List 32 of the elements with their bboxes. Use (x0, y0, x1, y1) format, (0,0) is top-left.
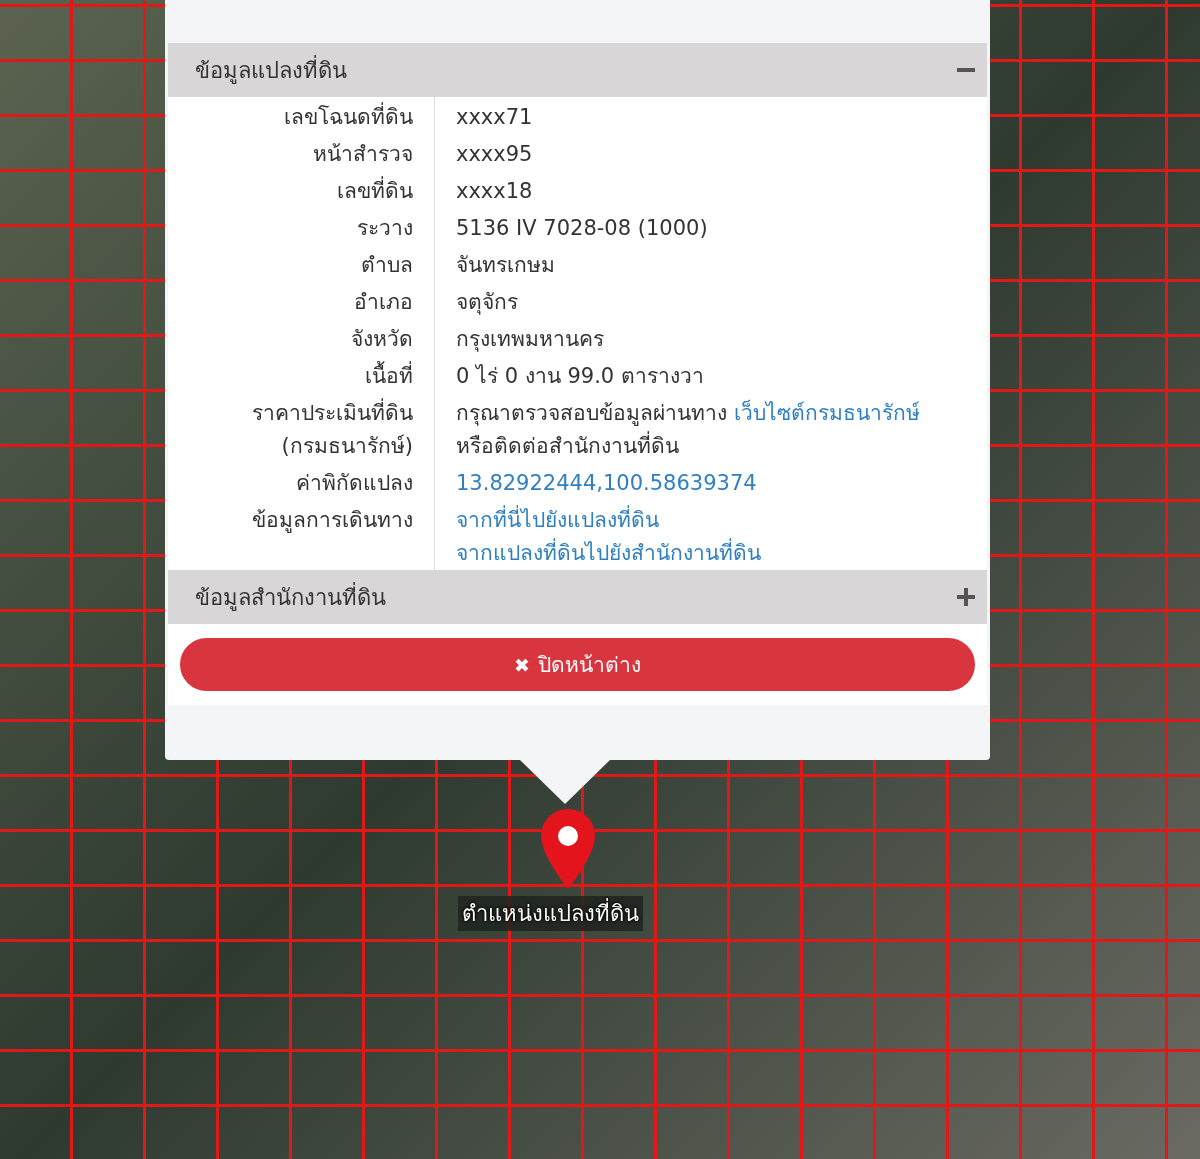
value-text: xxxx95 (456, 141, 533, 168)
value-text: หรือติดต่อสำนักงานที่ดิน (456, 430, 679, 463)
map-pin-icon[interactable] (538, 807, 598, 891)
field-label: จังหวัด (351, 326, 413, 353)
section-header[interactable]: ข้อมูลแปลงที่ดิน (168, 43, 987, 97)
link[interactable]: เว็บไซต์กรมธนารักษ์ (733, 401, 920, 425)
link[interactable]: จากแปลงที่ดินไปยังสำนักงานที่ดิน (456, 537, 761, 570)
marker-label: ตำแหน่งแปลงที่ดิน (458, 896, 643, 931)
section-header[interactable]: ข้อมูลสำนักงานที่ดิน (168, 570, 987, 624)
value-text: จันทรเกษม (456, 252, 555, 279)
field-label: เลขโฉนดที่ดิน (284, 101, 413, 134)
field-label: ตำบล (361, 252, 413, 279)
field-label: ค่าพิกัดแปลง (296, 470, 413, 497)
field-label: ข้อมูลการเดินทาง (252, 507, 413, 535)
value-text: กรุณาตรวจสอบข้อมูลผ่านทาง เว็บไซต์กรมธนารักษ์ (456, 398, 920, 428)
value-text: กรุงเทพมหานคร (456, 326, 604, 354)
value-text: 5136 IV 7028-08 (1000) (456, 215, 708, 242)
field-label: เลขที่ดิน (337, 175, 413, 208)
close-window-button[interactable]: ✖ ปิดหน้าต่าง (180, 638, 975, 691)
value-text: จตุจักร (456, 289, 518, 317)
field-label: หน้าสำรวจ (313, 141, 413, 168)
plus-icon[interactable] (957, 588, 975, 606)
field-label: ราคาประเมินที่ดิน (252, 397, 413, 430)
link[interactable]: 13.82922444,100.58639374 (456, 467, 757, 500)
link[interactable]: จากที่นี่ไปยังแปลงที่ดิน (456, 504, 659, 537)
value-text: xxxx71 (456, 104, 533, 131)
field-label: ระวาง (357, 215, 413, 242)
field-label: (กรมธนารักษ์) (281, 433, 413, 460)
value-text: 0 ไร่ 0 งาน 99.0 ตารางวา (456, 363, 704, 390)
value-text: xxxx18 (456, 178, 533, 205)
field-label: อำเภอ (354, 289, 413, 316)
field-label: เนื้อที่ (365, 360, 413, 393)
